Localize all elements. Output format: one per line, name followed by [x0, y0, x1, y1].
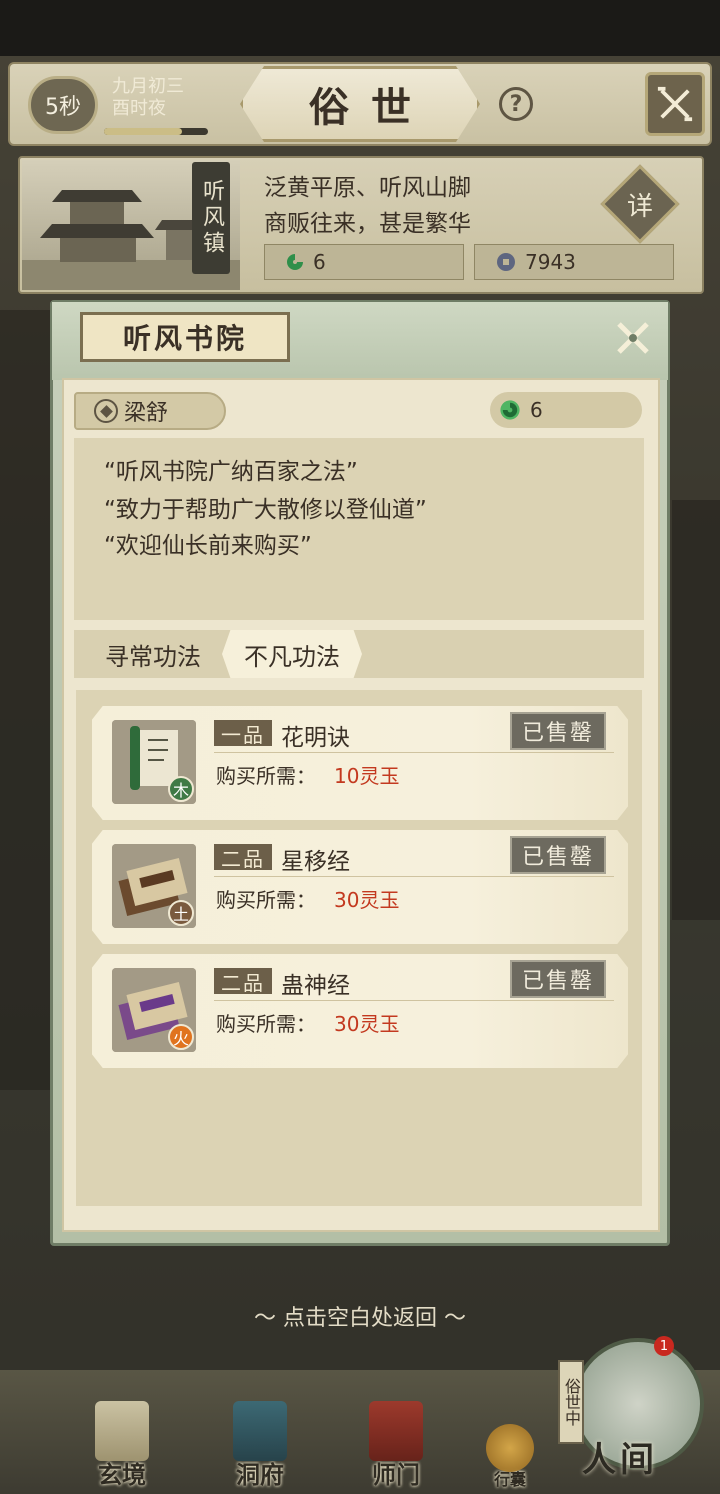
shop-title: 听风书院 — [122, 322, 247, 355]
tab-extraordinary-techniques[interactable]: 不凡功法 — [222, 630, 362, 678]
element-badge: 火 — [168, 1024, 194, 1050]
pavilion-icon — [233, 1401, 287, 1461]
wave-ornament-icon: 〜 — [437, 1306, 466, 1331]
coin-icon — [497, 253, 515, 271]
element-badge: 土 — [168, 900, 194, 926]
jade-count: 6 — [313, 250, 326, 274]
location-description: 泛黄平原、听风山脚 商贩往来，甚是繁华 — [264, 170, 584, 242]
notification-badge: 1 — [654, 1336, 674, 1356]
item-grade: 二品 — [214, 844, 272, 871]
item-divider — [214, 752, 614, 753]
coin-resource: 7943 — [474, 244, 674, 280]
price-label: 购买所需： — [216, 888, 316, 912]
element-badge: 木 — [168, 776, 194, 802]
location-desc-line: 泛黄平原、听风山脚 — [264, 175, 471, 201]
item-divider — [214, 876, 614, 877]
npc-quote: “欢迎仙长前来购买” — [104, 533, 312, 559]
item-divider — [214, 1000, 614, 1001]
scroll-icon — [95, 1401, 149, 1461]
jade-icon — [287, 254, 303, 270]
price-label: 购买所需： — [216, 764, 316, 788]
nav-dongfu[interactable]: 洞府 — [210, 1390, 310, 1490]
detail-button[interactable]: 详 — [612, 176, 668, 232]
wave-ornament-icon: 〜 — [253, 1306, 283, 1331]
help-button[interactable]: ? — [499, 87, 533, 121]
nav-xingnang[interactable]: 行囊 — [462, 1390, 558, 1490]
jade-icon — [500, 400, 520, 420]
npc-quote: “听风书院广纳百家之法” — [104, 459, 358, 485]
world-status-tag: 俗世中 — [558, 1360, 584, 1444]
date-time: 酉时夜 — [112, 98, 166, 119]
item-price: 30灵玉 — [334, 1012, 400, 1036]
jade-resource: 6 — [264, 244, 464, 280]
location-name: 听风镇 — [192, 162, 230, 274]
item-grade: 一品 — [214, 720, 272, 747]
date-day: 九月初三 — [112, 76, 184, 97]
nav-xuanjing[interactable]: 玄境 — [72, 1390, 172, 1490]
item-name: 花明诀 — [281, 725, 350, 751]
exit-button[interactable] — [645, 72, 705, 136]
game-date: 九月初三 酉时夜 — [112, 76, 222, 120]
bag-icon — [486, 1424, 534, 1472]
sold-out-badge: 已售罄 — [510, 712, 606, 750]
world-label: 人间 — [582, 1440, 658, 1480]
npc-nameplate: 梁舒 — [74, 392, 226, 430]
tab-ordinary-techniques[interactable]: 寻常功法 — [90, 630, 216, 678]
item-name: 星移经 — [281, 849, 350, 875]
price-label: 购买所需： — [216, 1012, 316, 1036]
item-grade: 二品 — [214, 968, 272, 995]
npc-name: 梁舒 — [124, 401, 169, 426]
coin-count: 7943 — [525, 250, 576, 274]
close-button[interactable] — [606, 312, 660, 364]
location-desc-line: 商贩往来，甚是繁华 — [264, 211, 471, 237]
shop-jade-count: 6 — [530, 398, 543, 422]
nav-shimen[interactable]: 师门 — [346, 1390, 446, 1490]
banner-icon — [369, 1401, 423, 1461]
crossed-swords-icon — [657, 86, 693, 122]
npc-icon — [94, 399, 118, 423]
sold-out-badge: 已售罄 — [510, 836, 606, 874]
timer-badge: 5秒 — [28, 76, 98, 134]
time-progress-fill — [104, 128, 182, 135]
item-name: 蛊神经 — [281, 973, 350, 999]
npc-quote: “致力于帮助广大散修以登仙道” — [104, 497, 427, 523]
item-price: 10灵玉 — [334, 764, 400, 788]
shop-jade-balance: 6 — [490, 392, 642, 428]
page-title: 俗世 — [309, 84, 433, 131]
sold-out-badge: 已售罄 — [510, 960, 606, 998]
close-icon — [617, 322, 649, 354]
return-hint-text: 点击空白处返回 — [282, 1306, 437, 1331]
return-hint: 〜 点击空白处返回 〜 — [0, 1300, 720, 1332]
item-price: 30灵玉 — [334, 888, 400, 912]
